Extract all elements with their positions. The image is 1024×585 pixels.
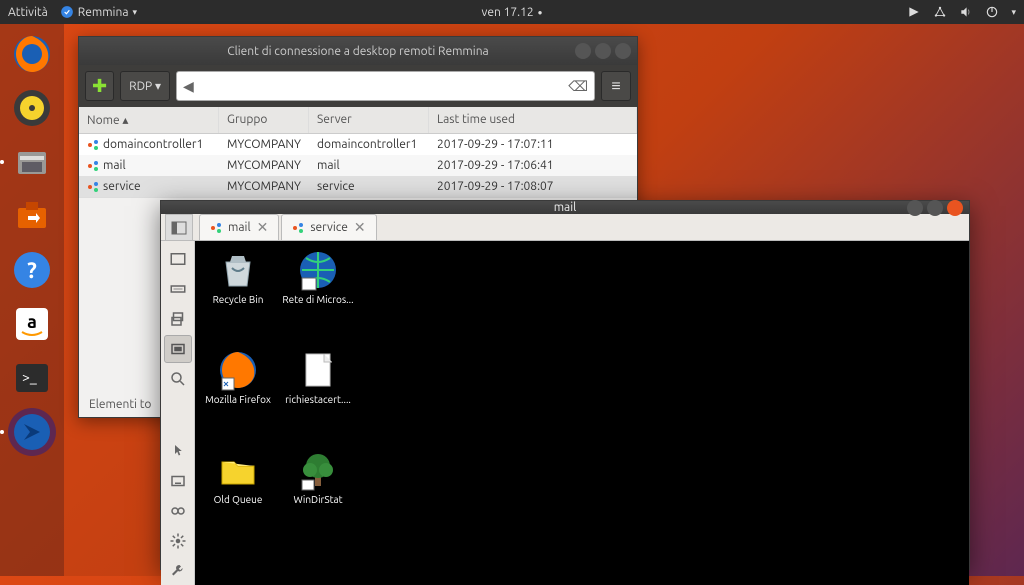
svg-text:?: ?	[27, 258, 37, 283]
desktop-icon[interactable]: Old Queue	[200, 448, 276, 506]
desktop-icon[interactable]: Mozilla Firefox	[200, 348, 276, 406]
protocol-selector[interactable]: RDP ▾	[120, 71, 170, 101]
clear-input-icon[interactable]: ⌫	[568, 78, 588, 95]
column-group[interactable]: Gruppo	[219, 107, 309, 133]
doc-icon	[296, 348, 340, 392]
volume-icon[interactable]	[959, 5, 973, 19]
launcher-dock: ? a >_	[0, 24, 64, 576]
clock[interactable]: ven 17.12	[482, 6, 534, 19]
connection-icon	[292, 222, 304, 234]
desktop-icon-label: Old Queue	[200, 494, 276, 506]
globe-icon	[296, 248, 340, 292]
tool-preferences[interactable]	[164, 527, 192, 555]
tool-scale[interactable]	[164, 245, 192, 273]
launcher-software[interactable]	[8, 192, 56, 240]
column-server[interactable]: Server	[309, 107, 429, 133]
connection-table: domaincontroller1 MYCOMPANY domaincontro…	[79, 134, 637, 197]
launcher-amazon[interactable]: a	[8, 300, 56, 348]
launcher-help[interactable]: ?	[8, 246, 56, 294]
connection-table-header: Nome ▴ Gruppo Server Last time used	[79, 107, 637, 134]
connection-icon	[87, 139, 99, 151]
session-side-toolbar	[161, 241, 195, 585]
close-button[interactable]	[615, 43, 631, 59]
tool-keyboard[interactable]	[164, 275, 192, 303]
table-row[interactable]: mail MYCOMPANY mail 2017-09-29 - 17:06:4…	[79, 155, 637, 176]
activities-button[interactable]: Attività	[8, 6, 48, 19]
tab-close-icon[interactable]: ✕	[354, 219, 366, 236]
desktop-icon[interactable]: Recycle Bin	[200, 248, 276, 306]
session-close-button[interactable]	[947, 200, 963, 216]
quick-connect-input[interactable]: ◀ ⌫	[176, 71, 595, 101]
session-title: mail	[554, 201, 577, 214]
session-window: mail mail ✕ service ✕	[160, 200, 970, 570]
new-connection-button[interactable]: ✚	[85, 71, 114, 101]
launcher-firefox[interactable]	[8, 30, 56, 78]
connect-arrow-icon: ◀	[183, 78, 194, 95]
remmina-titlebar[interactable]: Client di connessione a desktop remoti R…	[79, 37, 637, 65]
launcher-terminal[interactable]: >_	[8, 354, 56, 402]
desktop-icon[interactable]: WinDirStat	[280, 448, 356, 506]
session-titlebar[interactable]: mail	[161, 201, 969, 214]
tree-icon	[296, 448, 340, 492]
app-menu[interactable]: Remmina ▾	[60, 5, 137, 19]
session-minimize-button[interactable]	[907, 200, 923, 216]
desktop-icon[interactable]: richiestacert....	[280, 348, 356, 406]
session-maximize-button[interactable]	[927, 200, 943, 216]
tab-close-icon[interactable]: ✕	[257, 219, 269, 236]
tool-fullscreen[interactable]	[164, 305, 192, 333]
power-icon[interactable]	[985, 5, 999, 19]
menu-button[interactable]: ≡	[601, 71, 631, 101]
connection-icon	[210, 222, 222, 234]
top-panel: Attività Remmina ▾ ven 17.12 ● ▾	[0, 0, 1024, 24]
tool-disconnect[interactable]	[164, 497, 192, 525]
desktop-icon-label: WinDirStat	[280, 494, 356, 506]
remmina-toolbar: ✚ RDP ▾ ◀ ⌫ ≡	[79, 65, 637, 107]
remmina-indicator-icon[interactable]	[907, 5, 921, 19]
tab-mail[interactable]: mail ✕	[199, 214, 279, 240]
launcher-remmina[interactable]	[8, 408, 56, 456]
table-row[interactable]: domaincontroller1 MYCOMPANY domaincontro…	[79, 134, 637, 155]
tool-fit-window[interactable]	[164, 335, 192, 363]
desktop-icon[interactable]: Rete di Micros...	[280, 248, 356, 306]
sidebar-toggle-button[interactable]	[165, 214, 193, 240]
table-row[interactable]: service MYCOMPANY service 2017-09-29 - 1…	[79, 176, 637, 197]
remmina-panel-icon	[60, 5, 74, 19]
remote-desktop-view[interactable]: Recycle Bin Rete di Micros... Mozilla Fire…	[195, 241, 969, 585]
desktop-icon-label: Recycle Bin	[200, 294, 276, 306]
connection-icon	[87, 160, 99, 172]
column-name[interactable]: Nome ▴	[79, 107, 219, 133]
svg-text:>_: >_	[22, 369, 37, 385]
tool-search[interactable]	[164, 365, 192, 393]
svg-text:a: a	[27, 312, 37, 332]
desktop-icon-label: Mozilla Firefox	[200, 394, 276, 406]
launcher-rhythmbox[interactable]	[8, 84, 56, 132]
recycle-icon	[216, 248, 260, 292]
firefox-icon	[216, 348, 260, 392]
minimize-button[interactable]	[575, 43, 591, 59]
desktop-icon-label: Rete di Micros...	[280, 294, 356, 306]
tool-grab-input[interactable]	[164, 437, 192, 465]
network-icon[interactable]	[933, 5, 947, 19]
session-tabbar: mail ✕ service ✕	[161, 214, 969, 241]
tab-service[interactable]: service ✕	[281, 214, 376, 240]
remmina-title: Client di connessione a desktop remoti R…	[227, 45, 488, 58]
maximize-button[interactable]	[595, 43, 611, 59]
desktop-icon-label: richiestacert....	[280, 394, 356, 406]
tool-minimize[interactable]	[164, 467, 192, 495]
connection-icon	[87, 181, 99, 193]
folder-icon	[216, 448, 260, 492]
launcher-files[interactable]	[8, 138, 56, 186]
tool-tools[interactable]	[164, 557, 192, 585]
column-time[interactable]: Last time used	[429, 107, 637, 133]
